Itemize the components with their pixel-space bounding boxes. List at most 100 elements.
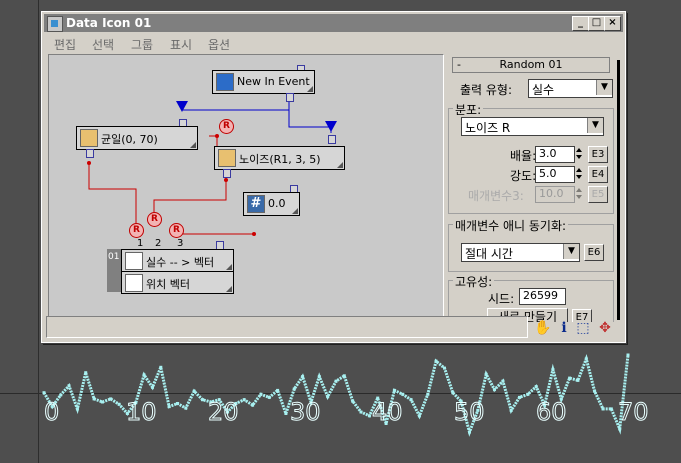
uniform-out-pin[interactable] [86,149,94,158]
param3-value: 10.0 [539,187,564,200]
node-constant[interactable]: # 0.0 [243,192,300,216]
node-real-to-vector[interactable]: 실수 -- > 벡터 [121,249,234,272]
title-bar[interactable]: Data Icon 01 _ □ × [44,14,623,32]
curve-point [42,391,46,395]
curve-point [59,393,63,397]
output-type-dropdown[interactable]: 실수 ▼ [528,79,613,98]
node-index-tab: 01 [107,249,121,292]
node-index: 01 [108,252,120,262]
corner-icon [190,142,196,148]
rollout-header[interactable]: - Random 01 [452,57,610,73]
tick-label: 30 [290,398,322,427]
scale-label: 배율: [510,149,537,163]
scale-field[interactable]: 3.0 [535,146,575,163]
strength-expose-button[interactable]: E4 [588,166,608,183]
distribution-group-title: 분포: [453,101,484,118]
dice-icon [218,149,236,167]
sync-dropdown[interactable]: 절대 시간 ▼ [461,243,580,262]
convert-input-r1[interactable]: R [129,223,144,238]
dice-icon [80,129,98,147]
minimize-button[interactable]: _ [572,16,589,31]
event-bottom-pin[interactable] [286,93,294,102]
rollout-title: Random 01 [499,58,563,71]
curve-point [167,405,171,409]
menu-select[interactable]: 선택 [92,36,114,53]
output-type-value: 실수 [532,83,555,97]
maximize-button[interactable]: □ [588,16,605,31]
pan-icon[interactable]: ✥ [596,319,614,337]
scale-value: 3.0 [539,147,557,160]
corner-icon [307,86,313,92]
curve-point [284,412,288,415]
node-label: 균일(0, 70) [101,133,158,146]
seed-field[interactable]: 26599 [519,288,566,305]
corner-icon [226,286,232,292]
strength-spinner[interactable] [575,166,584,181]
menu-edit[interactable]: 편집 [54,36,76,53]
uniqueness-group-title: 고유성: [453,273,495,290]
curve-point [534,385,538,389]
corner-icon [226,264,232,270]
node-uniform[interactable]: 균일(0, 70) [76,126,198,150]
curve-point [151,385,154,389]
curve-point [359,410,363,414]
curve-point [92,397,96,401]
param3-field[interactable]: 10.0 [535,186,575,203]
zoom-region-icon[interactable]: ⬚ [574,319,592,337]
close-button[interactable]: × [604,16,621,31]
curve-point [334,379,338,383]
port-2: 2 [155,238,162,249]
status-bar [46,316,528,338]
node-new-in-event[interactable]: New In Event [212,70,315,94]
curve-point [509,408,513,412]
strength-field[interactable]: 5.0 [535,166,575,183]
sync-value: 절대 시간 [465,247,513,261]
menu-options[interactable]: 옵션 [208,36,230,53]
info-icon[interactable]: i [555,319,573,337]
parameter-panel: - Random 01 출력 유형: 실수 ▼ 분포: 노이즈 R ▼ 배율: … [445,54,617,322]
graph-canvas[interactable]: New In Event 균일(0, 70) R 노이즈(R1, 3, 5) #… [48,54,444,322]
curve-point [468,430,471,434]
menu-display[interactable]: 표시 [170,36,192,53]
distribution-value: 노이즈 R [465,121,511,135]
particle-view-window[interactable]: Data Icon 01 _ □ × 편집 선택 그룹 표시 옵션 New In… [41,11,626,343]
noise-top-pin[interactable] [328,135,336,144]
noise-out-pin[interactable] [223,169,231,178]
tick-label: 70 [618,398,650,427]
convert-input-r2[interactable]: R [147,212,162,227]
sync-expose-button[interactable]: E6 [584,244,604,261]
noise-input-r[interactable]: R [219,119,234,134]
chevron-down-icon: ▼ [587,118,603,133]
curve-point [276,388,280,392]
curve-point [568,376,572,380]
event-icon [216,73,234,91]
hand-icon[interactable]: ✋ [534,319,552,337]
curve-point [100,400,104,404]
hash-icon: # [247,195,265,213]
strength-value: 5.0 [539,167,557,180]
node-position-vector[interactable]: 위치 벡터 [121,271,234,294]
curve-point [501,379,505,383]
tick-label: 60 [536,398,568,427]
param3-spinner[interactable] [575,186,584,201]
curve-point [409,398,413,402]
port-1: 1 [137,238,144,249]
curve-point [367,414,371,418]
curve-point [417,414,421,418]
scale-expose-button[interactable]: E3 [588,146,608,163]
menu-group[interactable]: 그룹 [131,36,153,53]
curve-point [142,373,146,377]
scale-spinner[interactable] [575,146,584,161]
panel-scrollbar[interactable] [617,60,620,320]
curve-point [451,391,455,395]
distribution-dropdown[interactable]: 노이즈 R ▼ [461,117,604,136]
node-label: 실수 -- > 벡터 [146,256,215,269]
curve-point [576,378,580,382]
curve-point [626,353,630,357]
convert-input-r3[interactable]: R [169,223,184,238]
strength-label: 강도: [510,169,537,183]
tick-label: 40 [372,398,404,427]
curve-point [67,384,71,388]
param3-expose-button[interactable]: E5 [588,186,608,203]
node-noise[interactable]: 노이즈(R1, 3, 5) [214,146,345,170]
